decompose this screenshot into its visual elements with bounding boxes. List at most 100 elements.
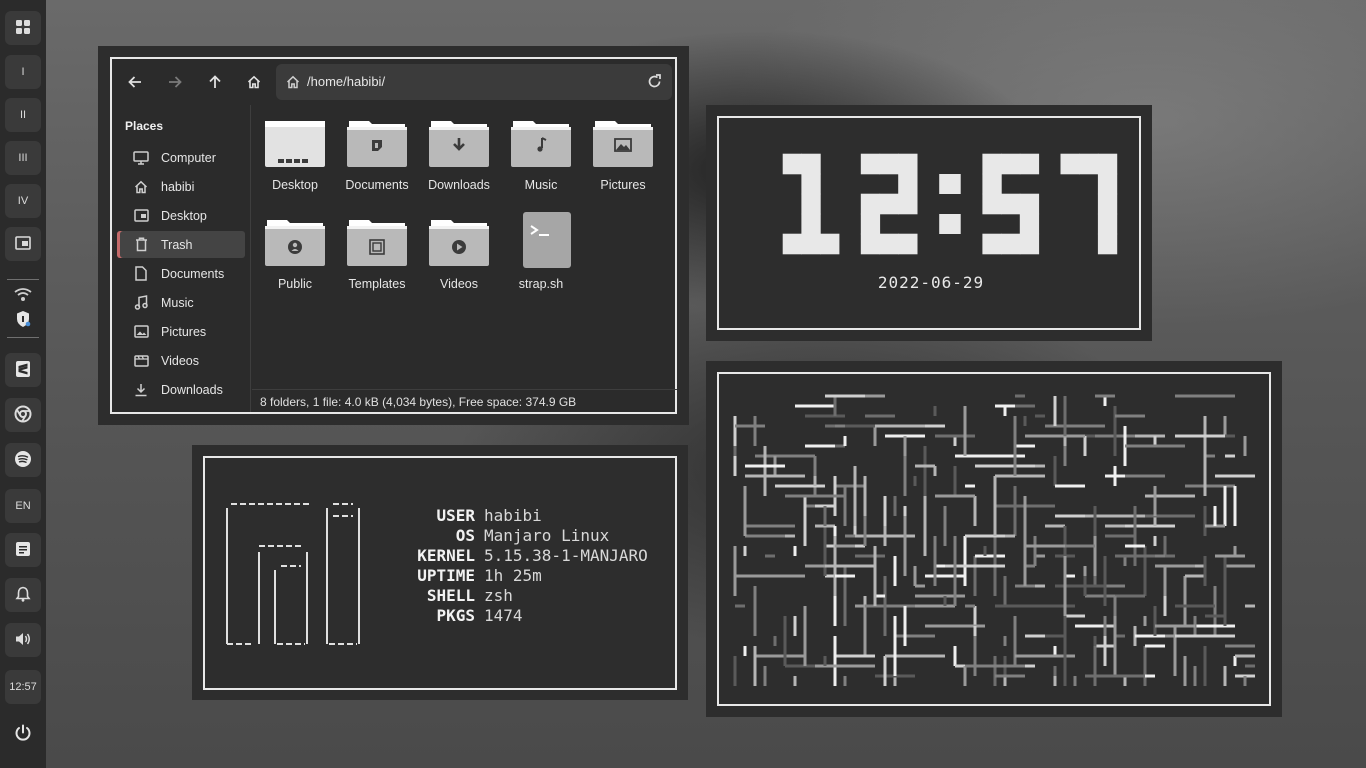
sublime-text-launcher[interactable]	[5, 353, 41, 387]
manjaro-ascii-logo	[226, 503, 360, 645]
file-label: Downloads	[428, 178, 490, 192]
sysinfo-frame: USER habibi OS Manjaro Linux KERNEL 5.15.38-1…	[203, 456, 677, 690]
file-item[interactable]: Public	[254, 204, 336, 299]
wifi-icon[interactable]	[13, 288, 33, 302]
workspace-1-button[interactable]: I	[5, 55, 41, 89]
sidebar-item-label: Pictures	[161, 324, 207, 339]
workspace-label: IV	[17, 195, 29, 207]
file-item[interactable]: Documents	[336, 105, 418, 200]
sidebar-item-documents[interactable]: Documents	[117, 260, 245, 287]
sidebar-item-music[interactable]: Music	[117, 289, 245, 316]
file-item[interactable]: Templates	[336, 204, 418, 299]
sidebar-item-habibi[interactable]: habibi	[117, 173, 245, 200]
sysinfo-value: Manjaro Linux	[484, 526, 610, 545]
home-icon	[133, 180, 149, 194]
sublime-icon	[15, 360, 31, 381]
clock-pixel	[879, 233, 899, 255]
sidebar-item-desktop[interactable]: Desktop	[117, 202, 245, 229]
sidebar-item-videos[interactable]: Videos	[117, 347, 245, 374]
video-icon	[133, 354, 149, 367]
layout-toggle-button[interactable]	[5, 227, 41, 261]
workspace-label: III	[18, 152, 28, 164]
spotify-launcher[interactable]	[5, 443, 41, 477]
home-button[interactable]	[243, 71, 265, 93]
spotify-icon	[14, 450, 32, 471]
dock-time: 12:57	[9, 681, 37, 693]
workspace-4-button[interactable]: IV	[5, 184, 41, 218]
file-label: strap.sh	[518, 277, 564, 291]
clock-pixel	[1097, 193, 1118, 215]
clock-pixel	[782, 153, 802, 175]
home-icon	[286, 75, 300, 92]
vpn-shield-icon[interactable]	[14, 310, 32, 328]
notifications-button[interactable]	[5, 578, 41, 612]
sysinfo-key: SHELL	[426, 586, 475, 605]
file-label: Templates	[348, 277, 406, 291]
file-item[interactable]: Videos	[418, 204, 500, 299]
sidebar-item-trash[interactable]: Trash	[117, 231, 245, 258]
clock-pixel	[1019, 193, 1040, 215]
up-button[interactable]	[204, 71, 226, 93]
status-bar: 8 folders, 1 file: 4.0 kB (4,034 bytes),…	[252, 389, 677, 413]
clock-pixel	[1019, 153, 1040, 175]
sidebar-item-computer[interactable]: Computer	[117, 144, 245, 171]
clock-pixel	[898, 193, 918, 215]
dock: I II III IV EN 12:57	[0, 0, 46, 768]
home-icon	[247, 75, 261, 89]
power-button[interactable]	[5, 717, 41, 751]
maze-pattern	[733, 394, 1255, 686]
clock-pixel	[1097, 233, 1118, 255]
file-item[interactable]: Desktop	[254, 105, 336, 200]
sidebar-item-pictures[interactable]: Pictures	[117, 318, 245, 345]
sysinfo-value: 1474	[484, 606, 523, 625]
clock-pixel	[898, 233, 918, 255]
app-grid-button[interactable]	[5, 11, 41, 45]
clock-pixel	[801, 173, 821, 195]
file-item[interactable]: Downloads	[418, 105, 500, 200]
notepad-icon	[15, 541, 31, 560]
file-item[interactable]: Pictures	[582, 105, 664, 200]
clock-pixel	[801, 213, 821, 235]
volume-button[interactable]	[5, 623, 41, 657]
path-text[interactable]: /home/habibi/	[307, 74, 385, 89]
sidebar-item-label: Videos	[161, 353, 199, 368]
workspace-2-button[interactable]: II	[5, 98, 41, 132]
workspace-label: I	[21, 66, 25, 78]
chrome-launcher[interactable]	[5, 398, 41, 432]
file-item[interactable]: strap.sh	[500, 204, 582, 299]
file-item[interactable]: Music	[500, 105, 582, 200]
clock-pixel	[860, 153, 881, 175]
clock-pixel	[898, 153, 918, 175]
sidebar-item-label: Documents	[161, 266, 225, 281]
trash-icon	[133, 237, 149, 252]
clock-pixel	[982, 153, 1002, 175]
sysinfo-row: SHELL zsh	[405, 586, 513, 605]
sysinfo-row: OS Manjaro Linux	[405, 526, 610, 545]
clock-button[interactable]: 12:57	[5, 670, 41, 704]
picture-icon	[133, 325, 149, 338]
sysinfo-key: KERNEL	[417, 546, 475, 565]
sysinfo-value: zsh	[484, 586, 513, 605]
clock-pixel	[1097, 173, 1118, 195]
workspace-label: II	[19, 109, 27, 121]
sysinfo-row: KERNEL 5.15.38-1-MANJARO	[405, 546, 648, 565]
forward-button[interactable]	[164, 71, 186, 93]
sysinfo-row: PKGS 1474	[405, 606, 523, 625]
arrow-up-icon	[209, 75, 221, 88]
keyboard-layout-button[interactable]: EN	[5, 489, 41, 523]
notes-button[interactable]	[5, 533, 41, 567]
path-bar[interactable]: /home/habibi/	[276, 64, 672, 100]
clock-time-display	[782, 153, 1118, 255]
workspace-3-button[interactable]: III	[5, 141, 41, 175]
sidebar-item-downloads[interactable]: Downloads	[117, 376, 245, 403]
file-label: Music	[524, 178, 558, 192]
clock-pixel	[801, 233, 821, 255]
sysinfo-key: UPTIME	[417, 566, 475, 585]
back-button[interactable]	[124, 71, 146, 93]
clock-colon-dot	[939, 214, 961, 234]
public-folder-icon	[265, 218, 325, 266]
reload-icon[interactable]	[647, 74, 662, 92]
chrome-icon	[14, 405, 32, 426]
sidebar-item-label: Computer	[161, 150, 216, 165]
sysinfo-value: habibi	[484, 506, 542, 525]
